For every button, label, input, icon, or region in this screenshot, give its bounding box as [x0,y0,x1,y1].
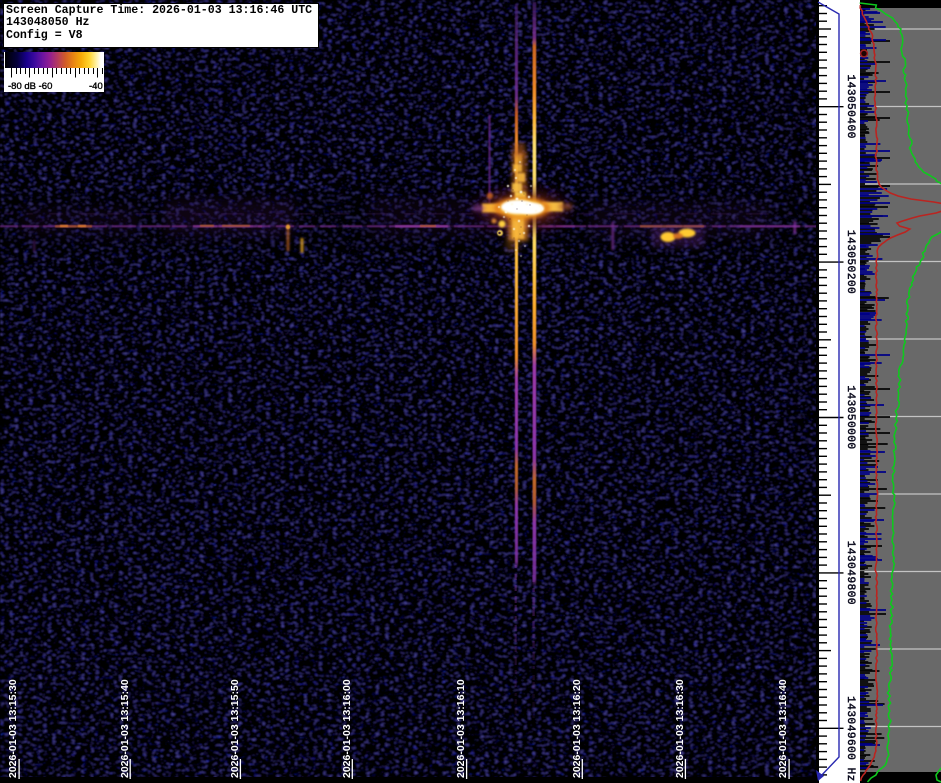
svg-text:143049800: 143049800 [844,541,856,605]
svg-text:143050400: 143050400 [844,75,856,139]
svg-text:143050000: 143050000 [844,385,856,449]
svg-text:143050200: 143050200 [844,230,856,294]
svg-text:-80 dB -60: -80 dB -60 [8,81,52,92]
svg-text:-40: -40 [89,81,103,92]
svg-text:143049600 Hz: 143049600 Hz [844,696,856,782]
